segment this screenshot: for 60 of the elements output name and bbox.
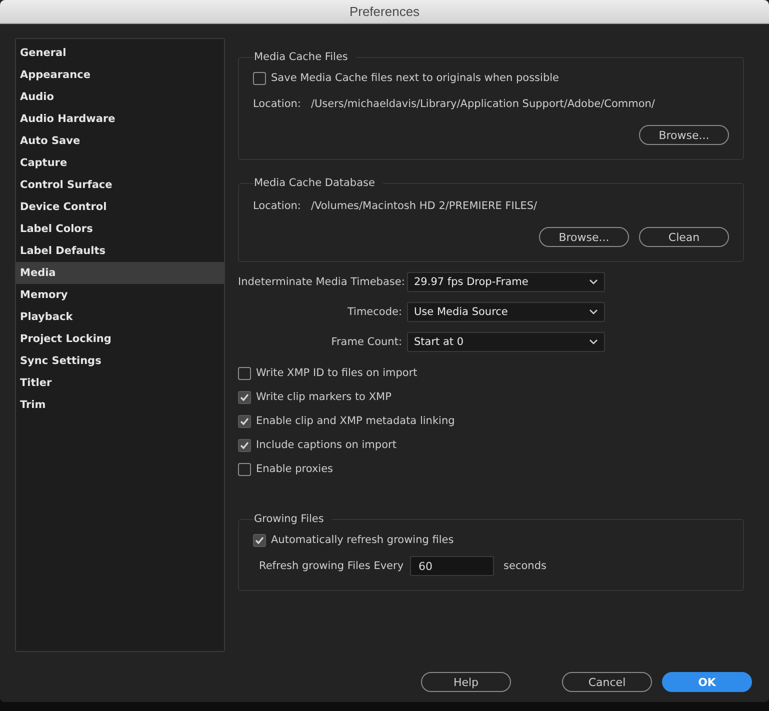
checkbox[interactable] (238, 390, 251, 404)
sidebar-item[interactable]: Memory (16, 284, 224, 306)
browse-button[interactable]: Browse... (539, 227, 629, 247)
chevron-down-icon (589, 279, 598, 285)
checkbox-label: Write XMP ID to files on import (256, 367, 418, 379)
checkbox[interactable] (253, 72, 266, 84)
location-path: /Users/michaeldavis/Library/Application Support/Adobe/Common/ (310, 98, 655, 110)
cancel-button[interactable]: Cancel (562, 672, 652, 692)
sidebar-item[interactable]: Label Defaults (16, 240, 224, 262)
check-icon (240, 416, 249, 426)
checkbox[interactable] (253, 534, 266, 546)
checkbox[interactable] (238, 438, 251, 452)
dropdown-label: Indeterminate Media Timebase: (238, 276, 406, 288)
sidebar-item[interactable]: Sync Settings (16, 350, 224, 372)
checkbox-label: Automatically refresh growing files (271, 534, 454, 546)
input-field[interactable]: 60 (410, 556, 494, 576)
clean-button[interactable]: Clean (639, 227, 729, 247)
checkbox-label: Save Media Cache files next to originals when possible (271, 72, 559, 84)
sidebar-item[interactable]: Auto Save (16, 130, 224, 152)
sidebar-item[interactable]: Trim (16, 394, 224, 416)
help-button[interactable]: Help (421, 672, 511, 692)
dropdown[interactable]: Start at 0 (407, 332, 605, 352)
chevron-down-icon (589, 339, 598, 345)
checkbox[interactable] (238, 414, 251, 428)
dropdown-label: Timecode: (346, 306, 403, 318)
sidebar-item[interactable]: Control Surface (16, 174, 224, 196)
sidebar-item[interactable]: Playback (16, 306, 224, 328)
dropdown[interactable]: Use Media Source (407, 302, 605, 322)
checkbox[interactable] (238, 462, 251, 476)
sidebar-item[interactable]: Capture (16, 152, 224, 174)
browse-button[interactable]: Browse... (639, 125, 729, 145)
dropdown[interactable]: 29.97 fps Drop-Frame (407, 272, 605, 292)
sidebar-item[interactable]: Project Locking (16, 328, 224, 350)
location-path: /Volumes/Macintosh HD 2/PREMIERE FILES/ (310, 200, 538, 212)
chevron-down-icon (589, 309, 598, 315)
sidebar-item[interactable]: Titler (16, 372, 224, 394)
sidebar-item[interactable]: Media (16, 262, 224, 284)
checkbox-label: Enable proxies (256, 463, 334, 475)
dropdown-label: Frame Count: (330, 336, 403, 348)
sidebar-item[interactable]: Device Control (16, 196, 224, 218)
sidebar-item[interactable]: Label Colors (16, 218, 224, 240)
location-label: Location: (253, 200, 301, 212)
refresh-label: Refresh growing Files Every (259, 560, 404, 572)
group-title: Media Cache Files (254, 51, 349, 63)
group-title: Growing Files (254, 513, 325, 525)
sidebar-item[interactable]: Audio (16, 86, 224, 108)
check-icon (255, 536, 264, 544)
checkbox-label: Include captions on import (256, 439, 396, 451)
check-icon (240, 440, 249, 450)
group-title: Media Cache Database (254, 177, 376, 189)
sidebar-item[interactable]: General (16, 42, 224, 64)
window-title: Preferences (349, 4, 420, 19)
checkbox-label: Write clip markers to XMP (256, 391, 392, 403)
check-icon (240, 392, 249, 402)
checkbox-label: Enable clip and XMP metadata linking (256, 415, 455, 427)
sidebar-item[interactable]: Appearance (16, 64, 224, 86)
location-label: Location: (253, 98, 301, 110)
checkbox[interactable] (238, 366, 251, 380)
unit-label: seconds (504, 560, 546, 572)
sidebar-item[interactable]: Audio Hardware (16, 108, 224, 130)
